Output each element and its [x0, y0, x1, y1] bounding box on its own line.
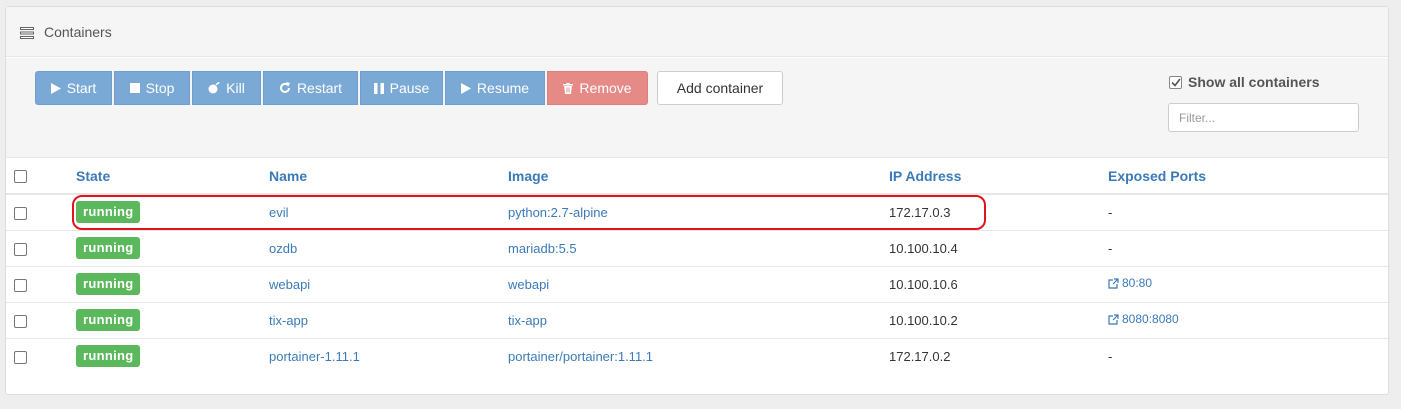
table-header-row: State Name Image IP Address Exposed Port… [6, 158, 1390, 195]
header-ip-address[interactable]: IP Address [889, 158, 1108, 195]
container-name-link[interactable]: evil [269, 205, 289, 220]
ip-address: 10.100.10.2 [889, 312, 958, 328]
table-row: running webapi webapi 10.100.10.6 80:80 [6, 265, 1390, 302]
header-exposed-ports[interactable]: Exposed Ports [1108, 158, 1390, 195]
panel-header: Containers [6, 7, 1388, 57]
row-checkbox[interactable] [14, 314, 27, 328]
header-state[interactable]: State [76, 158, 269, 195]
resume-button[interactable]: Resume [445, 71, 545, 105]
show-all-containers-toggle[interactable]: Show all containers [1169, 74, 1319, 90]
table-row: running evil python:2.7-alpine 172.17.0.… [6, 193, 1390, 230]
show-all-checkbox[interactable] [1169, 75, 1182, 89]
status-badge: running [76, 273, 141, 295]
status-badge: running [76, 237, 141, 259]
exposed-ports: - [1108, 348, 1113, 364]
status-badge: running [76, 201, 141, 224]
toolbar: Start Stop Kill Restart Pause Resume Rem… [6, 58, 1388, 158]
port-link[interactable]: 80:80 [1108, 276, 1152, 290]
status-badge: running [76, 309, 141, 331]
container-name-link[interactable]: tix-app [269, 313, 308, 328]
select-all-cell [6, 158, 76, 195]
trash-icon [563, 82, 574, 94]
header-image[interactable]: Image [508, 158, 889, 195]
stop-icon [129, 83, 140, 93]
ip-address: 172.17.0.3 [889, 204, 951, 220]
container-name-link[interactable]: portainer-1.11.1 [269, 349, 360, 364]
row-checkbox[interactable] [14, 206, 27, 220]
bomb-icon [208, 82, 220, 94]
list-icon [20, 26, 34, 39]
pause-button[interactable]: Pause [360, 71, 443, 105]
row-checkbox[interactable] [14, 242, 27, 256]
exposed-ports: - [1108, 240, 1113, 256]
remove-button[interactable]: Remove [547, 71, 648, 105]
row-checkbox[interactable] [14, 350, 27, 364]
refresh-icon [280, 82, 290, 93]
image-link[interactable]: portainer/portainer:1.11.1 [508, 349, 653, 364]
action-button-group: Start Stop Kill Restart Pause Resume Rem… [35, 71, 785, 105]
ip-address: 10.100.10.6 [889, 276, 958, 292]
select-all-checkbox[interactable] [14, 170, 27, 184]
container-name-link[interactable]: webapi [269, 277, 310, 292]
restart-button[interactable]: Restart [263, 71, 358, 105]
containers-table: State Name Image IP Address Exposed Port… [6, 158, 1390, 374]
containers-panel: Containers Start Stop Kill Restart Pause [5, 6, 1390, 395]
table-row: running portainer-1.11.1 portainer/porta… [6, 337, 1390, 374]
table-row: running tix-app tix-app 10.100.10.2 8080… [6, 301, 1390, 338]
ip-address: 172.17.0.2 [889, 348, 951, 364]
play-icon [460, 82, 471, 94]
image-link[interactable]: python:2.7-alpine [508, 205, 608, 220]
external-link-icon [1108, 314, 1119, 325]
row-checkbox[interactable] [14, 278, 27, 292]
show-all-label: Show all containers [1188, 74, 1320, 90]
pause-icon [373, 82, 384, 94]
header-name[interactable]: Name [269, 158, 508, 195]
image-link[interactable]: tix-app [508, 313, 547, 328]
check-icon [1170, 78, 1181, 87]
table-row: running ozdb mariadb:5.5 10.100.10.4 - [6, 229, 1390, 266]
filter-input[interactable] [1168, 103, 1359, 132]
kill-button[interactable]: Kill [192, 71, 261, 105]
image-link[interactable]: webapi [508, 277, 549, 292]
status-badge: running [76, 345, 141, 368]
container-name-link[interactable]: ozdb [269, 241, 297, 256]
image-link[interactable]: mariadb:5.5 [508, 241, 577, 256]
add-container-button[interactable]: Add container [657, 71, 783, 105]
stop-button[interactable]: Stop [114, 71, 190, 105]
play-icon [50, 82, 61, 94]
port-link[interactable]: 8080:8080 [1108, 312, 1179, 326]
start-button[interactable]: Start [35, 71, 112, 105]
external-link-icon [1108, 278, 1119, 289]
panel-title: Containers [44, 23, 112, 40]
ip-address: 10.100.10.4 [889, 240, 958, 256]
exposed-ports: - [1108, 204, 1113, 220]
